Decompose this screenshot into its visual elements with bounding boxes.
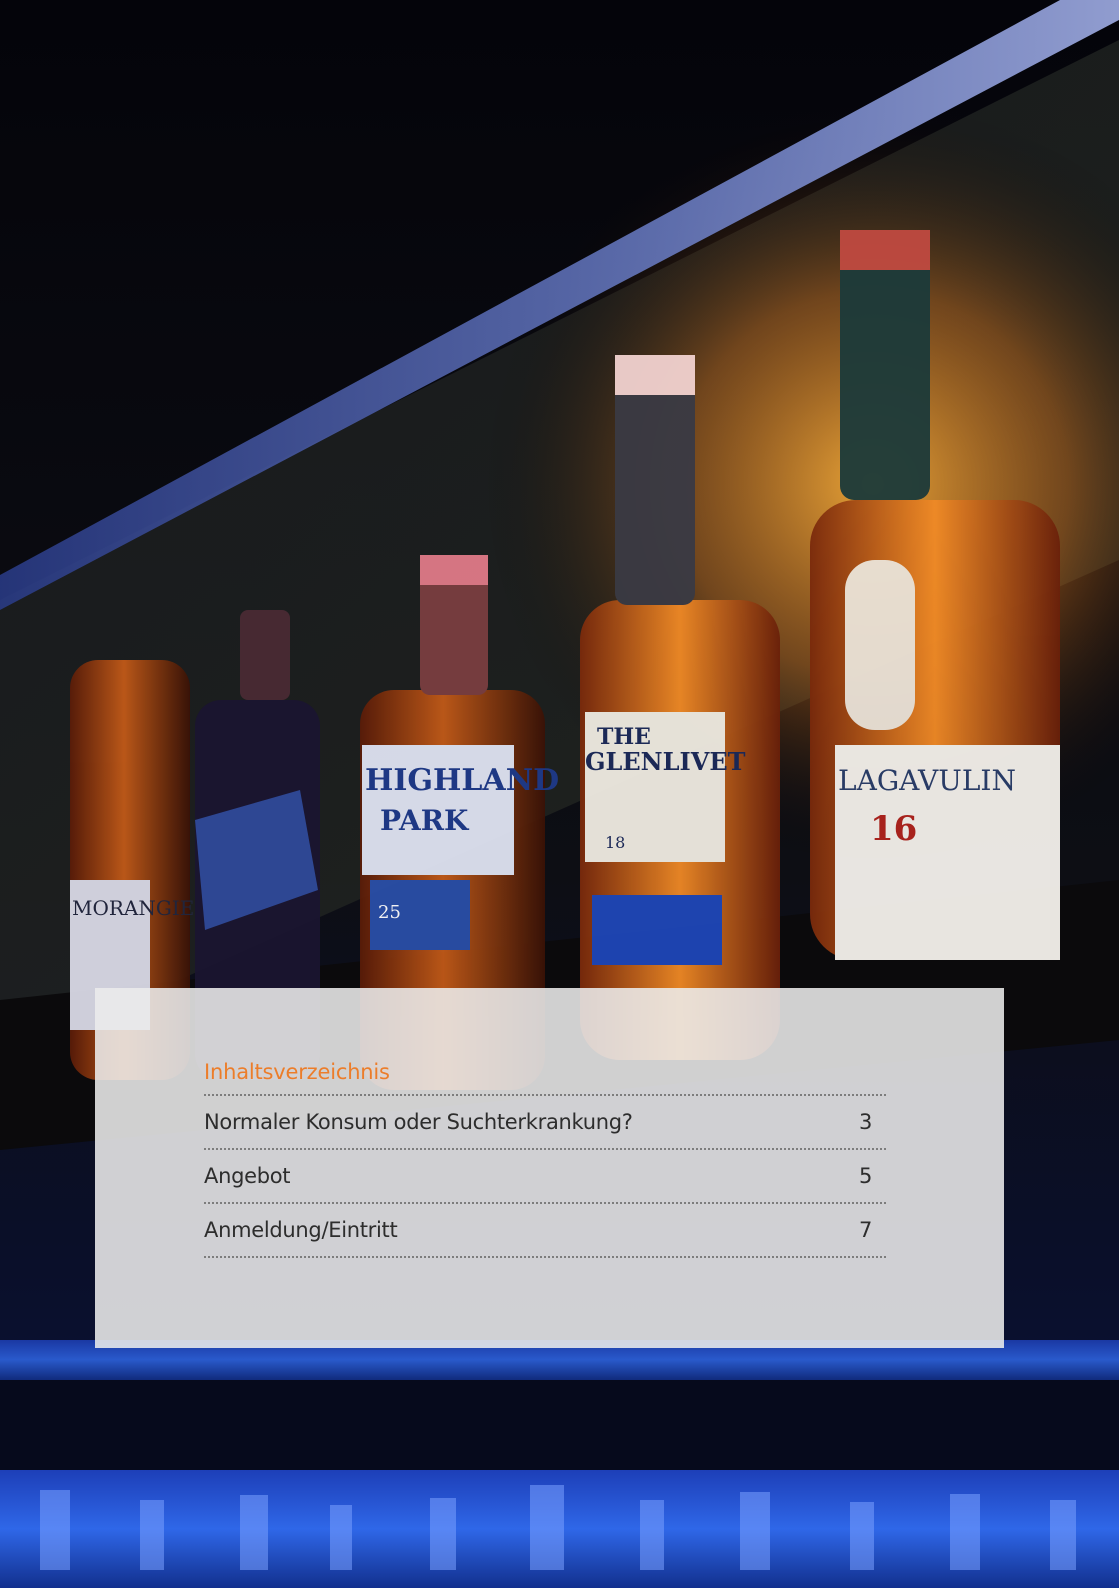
svg-text:16: 16: [870, 809, 917, 849]
table-of-contents: Inhaltsverzeichnis Normaler Konsum oder …: [204, 1060, 886, 1258]
toc-entry-page: 5: [858, 1164, 872, 1188]
toc-entry[interactable]: Normaler Konsum oder Suchterkrankung? 3: [204, 1096, 886, 1150]
svg-text:MORANGIE: MORANGIE: [72, 896, 194, 920]
toc-entry[interactable]: Anmeldung/Eintritt 7: [204, 1204, 886, 1258]
toc-entry-label: Angebot: [204, 1164, 291, 1188]
bar-shelf-photo: MORANGIE HIGHLAND PARK 25 THE GLENLIVET …: [0, 0, 1119, 1588]
svg-text:HIGHLAND: HIGHLAND: [365, 763, 559, 798]
toc-panel: Inhaltsverzeichnis Normaler Konsum oder …: [95, 988, 1004, 1348]
toc-title: Inhaltsverzeichnis: [204, 1060, 886, 1096]
svg-text:18: 18: [605, 833, 625, 852]
svg-text:25: 25: [378, 902, 401, 923]
toc-entry-label: Anmeldung/Eintritt: [204, 1218, 398, 1242]
toc-entry[interactable]: Angebot 5: [204, 1150, 886, 1204]
svg-text:LAGAVULIN: LAGAVULIN: [838, 764, 1016, 797]
svg-text:PARK: PARK: [380, 804, 470, 837]
toc-entry-page: 7: [858, 1218, 872, 1242]
toc-entry-label: Normaler Konsum oder Suchterkrankung?: [204, 1110, 633, 1134]
toc-entry-page: 3: [858, 1110, 872, 1134]
brochure-page: MORANGIE HIGHLAND PARK 25 THE GLENLIVET …: [0, 0, 1119, 1588]
svg-text:GLENLIVET: GLENLIVET: [585, 747, 746, 776]
